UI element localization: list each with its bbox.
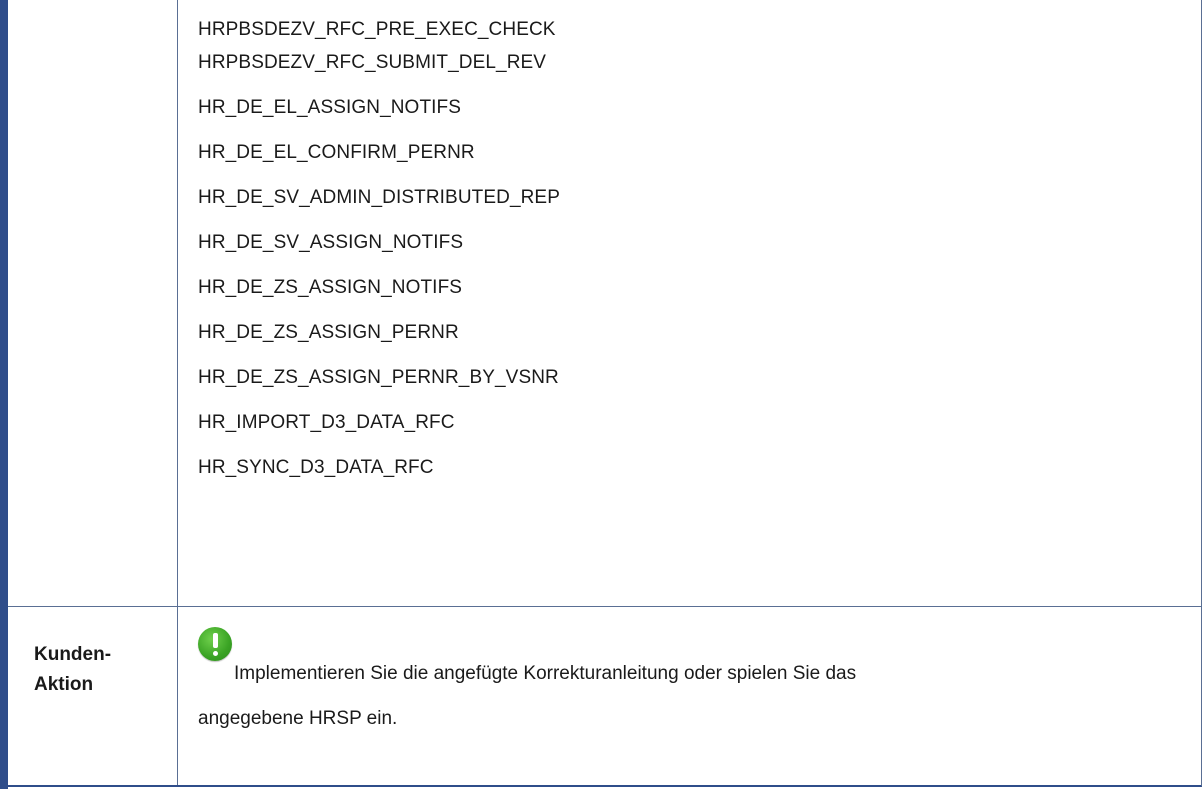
list-item: HRPBSDEZV_RFC_SUBMIT_DEL_REV — [198, 52, 547, 73]
function-module-list: HRPBSDEZV_RFC_PRE_EXEC_CHECK HRPBSDEZV_R… — [198, 0, 560, 490]
list-item: HR_DE_SV_ADMIN_DISTRIBUTED_REP — [198, 187, 560, 208]
action-text-line-1: Implementieren Sie die angefügte Korrekt… — [234, 663, 857, 684]
list-item: HR_DE_ZS_ASSIGN_PERNR — [198, 322, 459, 343]
document-table: HRPBSDEZV_RFC_PRE_EXEC_CHECK HRPBSDEZV_R… — [8, 0, 1202, 787]
list-item: HRPBSDEZV_RFC_PRE_EXEC_CHECK — [198, 19, 556, 40]
column-divider — [177, 0, 178, 785]
list-item: HR_DE_ZS_ASSIGN_NOTIFS — [198, 277, 463, 298]
exclamation-icon — [198, 627, 232, 661]
customer-action-label: Kunden- Aktion — [34, 640, 174, 700]
row-divider — [8, 606, 1201, 607]
label-line-1: Kunden- — [34, 644, 112, 665]
list-item: HR_IMPORT_D3_DATA_RFC — [198, 412, 455, 433]
list-item: HR_DE_ZS_ASSIGN_PERNR_BY_VSNR — [198, 367, 559, 388]
action-text-line-2: angegebene HRSP ein. — [198, 708, 398, 729]
left-border-bar — [0, 0, 8, 789]
list-item: HR_DE_EL_CONFIRM_PERNR — [198, 142, 475, 163]
list-item: HR_DE_EL_ASSIGN_NOTIFS — [198, 97, 462, 118]
list-item: HR_DE_SV_ASSIGN_NOTIFS — [198, 232, 464, 253]
list-item: HR_SYNC_D3_DATA_RFC — [198, 457, 434, 478]
label-line-2: Aktion — [34, 674, 94, 695]
